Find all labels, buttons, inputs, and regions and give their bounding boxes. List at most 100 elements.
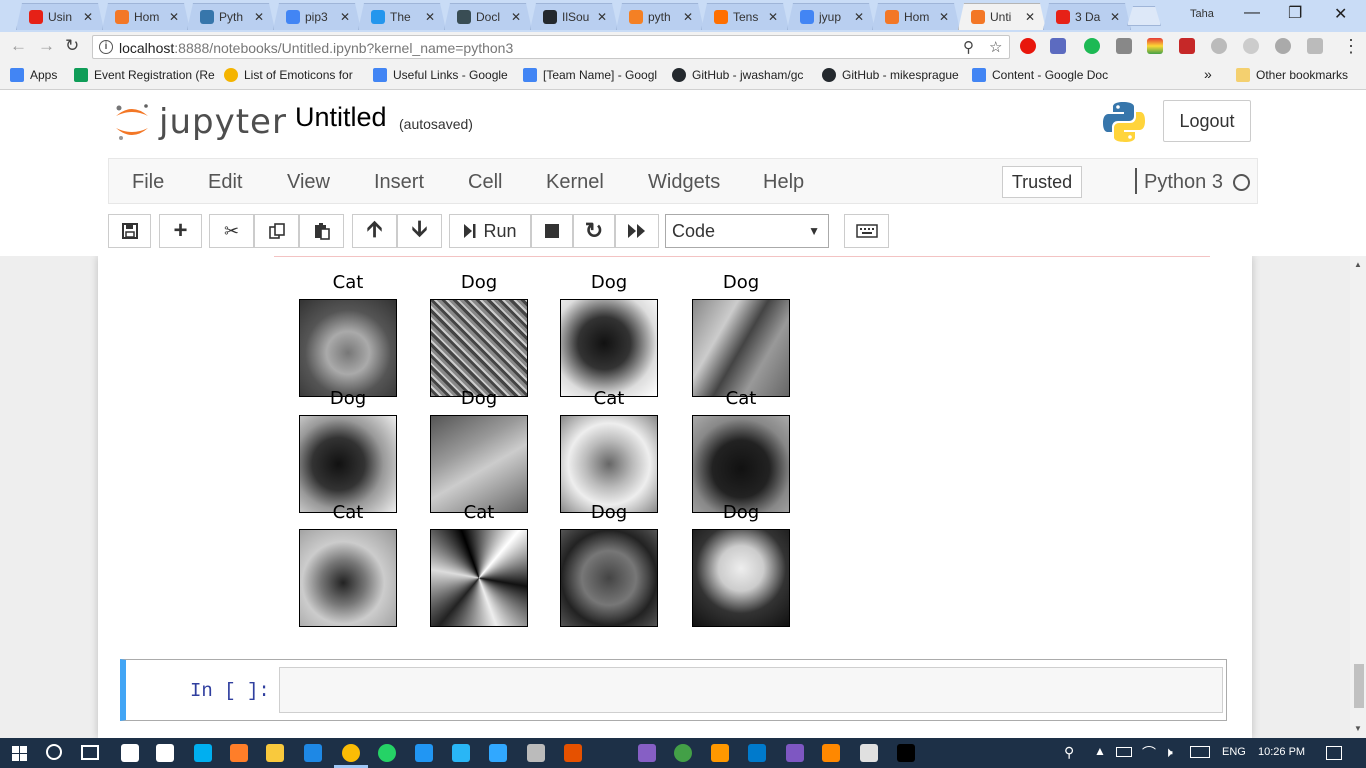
chrome-icon[interactable] — [342, 744, 360, 762]
mail-icon[interactable] — [156, 744, 174, 762]
menu-cell[interactable]: Cell — [468, 171, 502, 194]
photoshop-icon[interactable] — [489, 744, 507, 762]
apps-shortcut[interactable]: Apps — [10, 68, 57, 82]
kernel-name[interactable]: Python 3 — [1144, 171, 1223, 194]
sublime-icon[interactable] — [711, 744, 729, 762]
menu-insert[interactable]: Insert — [374, 171, 424, 194]
database-icon[interactable] — [527, 744, 545, 762]
app-white-icon[interactable] — [860, 744, 878, 762]
keyboard-tray-icon[interactable] — [1190, 746, 1210, 758]
menu-widgets[interactable]: Widgets — [648, 171, 720, 194]
extension-gray-icon[interactable] — [1275, 38, 1291, 54]
other-bookmarks[interactable]: Other bookmarks — [1236, 68, 1348, 82]
extension-green-icon[interactable] — [1084, 38, 1100, 54]
save-button[interactable] — [108, 214, 151, 248]
tab-close-icon[interactable]: ✕ — [768, 10, 778, 24]
eyedropper-icon[interactable] — [1050, 38, 1066, 54]
vlc-icon[interactable] — [822, 744, 840, 762]
menu-help[interactable]: Help — [763, 171, 804, 194]
notebook-scrollbar[interactable]: ▲ ▼ — [1350, 256, 1366, 738]
tab-close-icon[interactable]: ✕ — [83, 10, 93, 24]
bookmark-star-icon[interactable]: ☆ — [989, 38, 1002, 56]
cut-button[interactable]: ✂ — [209, 214, 254, 248]
reload-icon[interactable]: ↻ — [65, 36, 79, 56]
interrupt-kernel-button[interactable] — [531, 214, 573, 248]
app-purple-icon[interactable] — [786, 744, 804, 762]
zoom-icon[interactable]: ⚲ — [963, 38, 974, 56]
app-orange-icon[interactable] — [230, 744, 248, 762]
browser-tab[interactable]: pyth ✕ — [616, 3, 704, 30]
tab-close-icon[interactable]: ✕ — [254, 10, 264, 24]
task-view-icon[interactable] — [81, 745, 99, 760]
tab-close-icon[interactable]: ✕ — [1110, 10, 1120, 24]
url-input[interactable]: i localhost:8888/notebooks/Untitled.ipyn… — [92, 35, 1010, 59]
flower-icon[interactable] — [1211, 38, 1227, 54]
file-explorer-icon[interactable] — [266, 744, 284, 762]
browser-tab[interactable]: Tens ✕ — [701, 3, 789, 30]
tab-close-icon[interactable]: ✕ — [939, 10, 949, 24]
browser-tab[interactable]: Usin ✕ — [16, 3, 104, 30]
clock[interactable]: 10:26 PM — [1258, 746, 1305, 758]
forward-icon[interactable]: → — [38, 36, 55, 56]
browser-tab[interactable]: The ✕ — [358, 3, 446, 30]
jupyter-logo[interactable]: jupyter — [113, 102, 287, 142]
close-window-icon[interactable]: ✕ — [1334, 4, 1347, 24]
browser-tab[interactable]: Pyth ✕ — [187, 3, 275, 30]
tab-close-icon[interactable]: ✕ — [1025, 10, 1035, 24]
menu-edit[interactable]: Edit — [208, 171, 242, 194]
people-icon[interactable]: ⚲ — [1064, 744, 1074, 761]
restart-kernel-button[interactable]: ↻ — [573, 214, 615, 248]
run-button[interactable]: Run — [449, 214, 531, 248]
browser-tab[interactable]: 3 Da ✕ — [1043, 3, 1131, 30]
app-blue-icon[interactable] — [452, 744, 470, 762]
store-icon[interactable] — [121, 744, 139, 762]
code-cell[interactable]: In [ ]: — [120, 659, 1227, 721]
opera-icon[interactable] — [1020, 38, 1036, 54]
action-center-icon[interactable] — [1326, 746, 1342, 760]
browser-tab[interactable]: Hom ✕ — [102, 3, 190, 30]
command-palette-button[interactable] — [844, 214, 889, 248]
tab-close-icon[interactable]: ✕ — [511, 10, 521, 24]
extension-red-icon[interactable] — [1179, 38, 1195, 54]
scroll-up-icon[interactable]: ▲ — [1354, 260, 1362, 269]
show-hidden-icons-icon[interactable]: ▲ — [1094, 744, 1106, 758]
battery-icon[interactable] — [1116, 747, 1132, 757]
restore-icon[interactable]: ❐ — [1288, 3, 1302, 23]
input-language[interactable]: ENG — [1222, 746, 1246, 758]
extension-cast-icon[interactable] — [1307, 38, 1323, 54]
browser-tab[interactable]: pip3 ✕ — [273, 3, 361, 30]
search-icon[interactable] — [46, 744, 62, 760]
bookmark-item[interactable]: GitHub - jwasham/gc — [672, 68, 803, 82]
notebook-title[interactable]: Untitled — [295, 102, 387, 133]
app-green-icon[interactable] — [674, 744, 692, 762]
tab-close-icon[interactable]: ✕ — [169, 10, 179, 24]
back-icon[interactable]: ← — [10, 36, 27, 56]
colorzilla-icon[interactable] — [1147, 38, 1163, 54]
tab-close-icon[interactable]: ✕ — [340, 10, 350, 24]
info-icon[interactable]: i — [99, 40, 113, 54]
terminal-icon[interactable] — [897, 744, 915, 762]
browser-tab[interactable]: Unti ✕ — [958, 3, 1046, 30]
edge-icon[interactable] — [304, 744, 322, 762]
browser-tab[interactable]: Hom ✕ — [872, 3, 960, 30]
code-input[interactable] — [279, 667, 1223, 713]
volume-icon[interactable]: 🕨 — [1164, 744, 1173, 761]
menu-kernel[interactable]: Kernel — [546, 171, 604, 194]
browser-tab[interactable]: jyup ✕ — [787, 3, 875, 30]
skype-icon[interactable] — [194, 744, 212, 762]
logout-button[interactable]: Logout — [1163, 100, 1251, 142]
bookmark-item[interactable]: [Team Name] - Googl — [523, 68, 657, 82]
tab-close-icon[interactable]: ✕ — [683, 10, 693, 24]
visual-studio-icon[interactable] — [638, 744, 656, 762]
app-x-icon[interactable] — [564, 744, 582, 762]
extension-m-icon[interactable] — [1243, 38, 1259, 54]
menu-view[interactable]: View — [287, 171, 330, 194]
browser-tab[interactable]: Docl ✕ — [444, 3, 532, 30]
vscode-icon[interactable] — [748, 744, 766, 762]
camera-icon[interactable] — [1116, 38, 1132, 54]
scroll-thumb[interactable] — [1354, 664, 1364, 708]
minimize-icon[interactable]: — — [1244, 4, 1260, 22]
move-up-button[interactable]: 🡩 — [352, 214, 397, 248]
profile-name[interactable]: Taha — [1190, 8, 1214, 20]
bookmark-item[interactable]: Useful Links - Google — [373, 68, 508, 82]
